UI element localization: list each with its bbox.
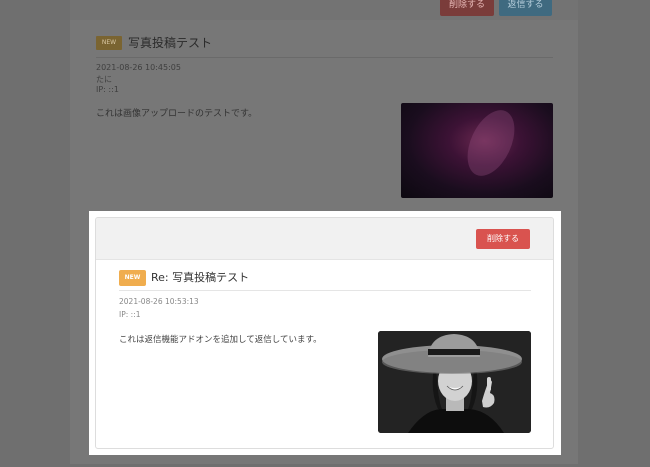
background-post-timestamp: 2021-08-26 10:45:05 bbox=[96, 63, 181, 72]
aurora-streak bbox=[458, 103, 524, 184]
reply-card-header: 削除する bbox=[96, 218, 553, 260]
reply-highlight: 削除する NEW Re: 写真投稿テスト 2021-08-26 10:53:13… bbox=[89, 211, 561, 455]
background-post-title: 写真投稿テスト bbox=[128, 36, 213, 50]
woman-hat-photo bbox=[378, 331, 531, 433]
delete-button[interactable]: 削除する bbox=[476, 229, 530, 249]
background-post-author: たに bbox=[96, 75, 112, 84]
reply-card: 削除する NEW Re: 写真投稿テスト 2021-08-26 10:53:13… bbox=[95, 217, 554, 449]
background-divider bbox=[96, 57, 553, 58]
background-card-header: 削除する 返信する bbox=[70, 0, 578, 20]
reply-timestamp: 2021-08-26 10:53:13 bbox=[119, 297, 199, 306]
background-new-badge: NEW bbox=[96, 36, 122, 50]
background-post-ip: IP: ::1 bbox=[96, 85, 119, 94]
background-delete-button: 削除する bbox=[440, 0, 494, 16]
reply-body: これは返信機能アドオンを追加して返信しています。 bbox=[119, 335, 322, 345]
woman-hat-illustration bbox=[378, 331, 531, 433]
aurora-photo bbox=[401, 103, 553, 198]
reply-title: Re: 写真投稿テスト bbox=[151, 271, 250, 284]
new-badge: NEW bbox=[119, 270, 146, 286]
reply-ip: IP: ::1 bbox=[119, 310, 141, 319]
title-divider bbox=[119, 290, 531, 291]
background-post-body: これは画像アップロードのテストです。 bbox=[96, 109, 258, 119]
background-reply-button: 返信する bbox=[499, 0, 552, 16]
